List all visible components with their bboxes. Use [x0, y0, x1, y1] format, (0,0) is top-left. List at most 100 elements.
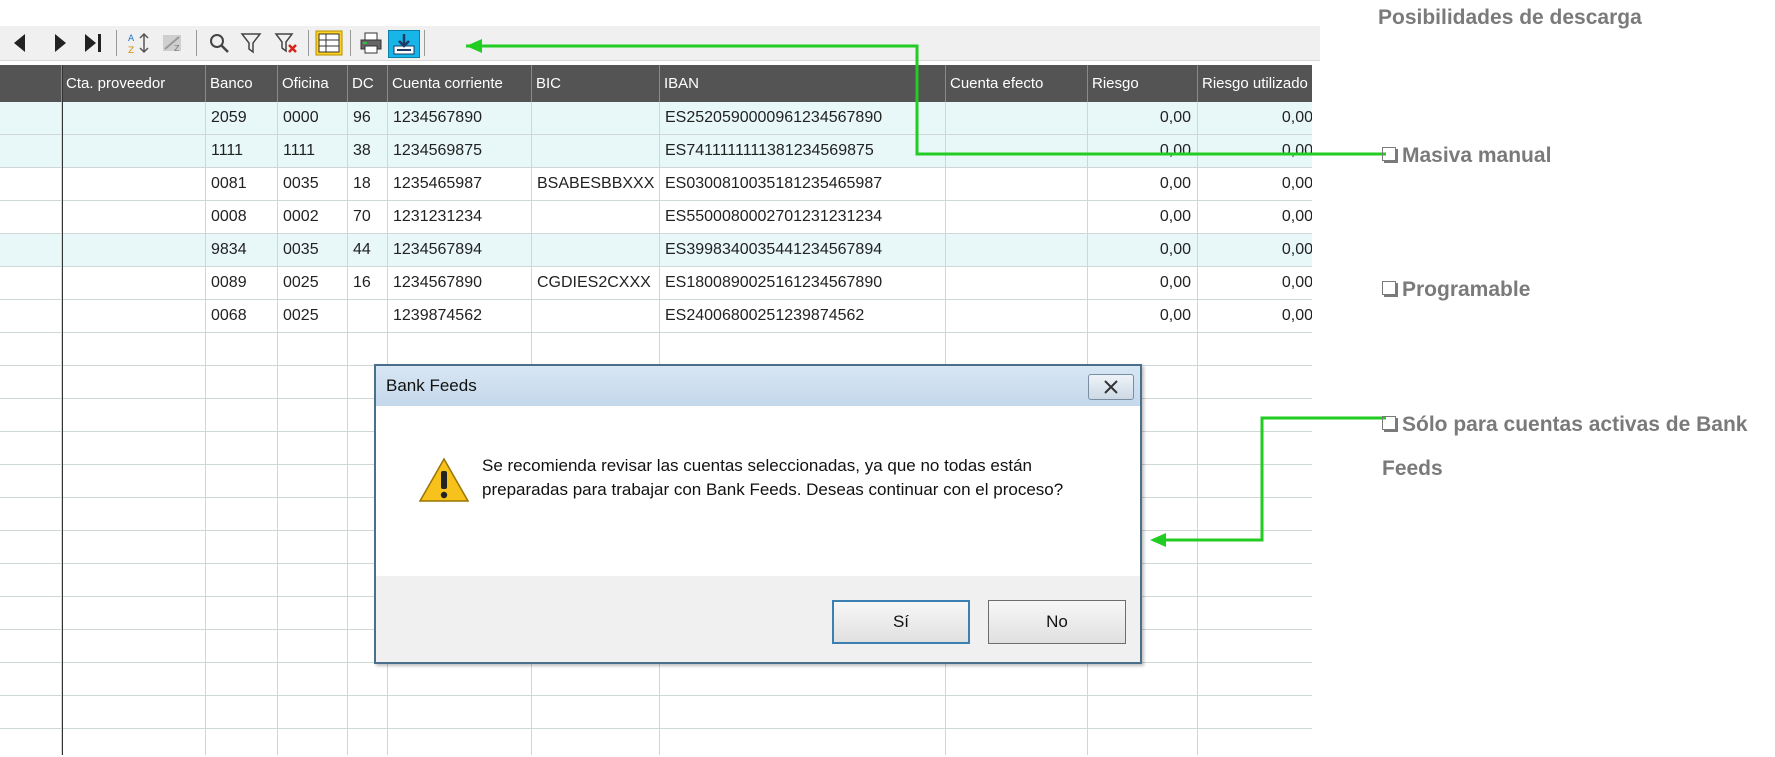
cell-oficina[interactable]: [278, 432, 348, 464]
table-row[interactable]: 0081 0035 18 1235465987 BSABESBBXXX ES0300810…: [0, 168, 1312, 201]
cell-oficina[interactable]: 0025: [278, 300, 348, 332]
cell-empty[interactable]: [946, 729, 1088, 755]
cell-banco[interactable]: 2059: [206, 102, 278, 134]
empty-row[interactable]: [0, 333, 1312, 366]
cell-empty[interactable]: [62, 201, 206, 233]
dialog-titlebar[interactable]: Bank Feeds: [376, 366, 1140, 406]
header-iban[interactable]: IBAN: [660, 65, 946, 102]
cell-banco[interactable]: [206, 597, 278, 629]
cell-banco[interactable]: [206, 663, 278, 695]
cell-empty[interactable]: [62, 564, 206, 596]
cell-riesgo[interactable]: 0,00: [1088, 135, 1198, 167]
cell-dc[interactable]: [348, 696, 388, 728]
cell-empty[interactable]: [0, 399, 62, 431]
cell-empty[interactable]: [62, 333, 206, 365]
cell-iban[interactable]: [660, 696, 946, 728]
empty-row[interactable]: [0, 696, 1312, 729]
cell-bic[interactable]: [532, 663, 660, 695]
cell-bic[interactable]: [532, 102, 660, 134]
cell-cuenta[interactable]: [388, 663, 532, 695]
cell-oficina[interactable]: [278, 630, 348, 662]
cell-empty[interactable]: [0, 300, 62, 332]
cell-dc[interactable]: 18: [348, 168, 388, 200]
cell-empty[interactable]: [62, 597, 206, 629]
cell-riesgo-util[interactable]: [1198, 564, 1312, 596]
cell-riesgo-util[interactable]: [1198, 399, 1312, 431]
cell-dc[interactable]: [348, 300, 388, 332]
cell-dc[interactable]: [348, 729, 388, 755]
cell-banco[interactable]: 0068: [206, 300, 278, 332]
cell-bic[interactable]: [532, 234, 660, 266]
table-row[interactable]: 0008 0002 70 1231231234 ES550008000270123123…: [0, 201, 1312, 234]
cell-iban[interactable]: ES7411111111381234569875: [660, 135, 946, 167]
cell-banco[interactable]: [206, 696, 278, 728]
bank-feeds-download-icon[interactable]: [388, 30, 420, 58]
cell-empty[interactable]: [62, 432, 206, 464]
cell-oficina[interactable]: 0035: [278, 234, 348, 266]
cell-cuenta[interactable]: 1234567890: [388, 102, 532, 134]
cell-riesgo-util[interactable]: 0,00: [1198, 300, 1312, 332]
cell-cuenta[interactable]: 1239874562: [388, 300, 532, 332]
cell-riesgo-util[interactable]: [1198, 696, 1312, 728]
table-row[interactable]: 2059 0000 96 1234567890 ES252059000096123456…: [0, 102, 1312, 135]
cell-riesgo[interactable]: [1088, 696, 1198, 728]
cell-empty[interactable]: [62, 663, 206, 695]
table-row[interactable]: 1111 1111 38 1234569875 ES741111111138123456…: [0, 135, 1312, 168]
sort-za-icon[interactable]: Z: [160, 30, 186, 56]
header-riesgo-utilizado[interactable]: Riesgo utilizado: [1198, 65, 1312, 102]
cell-oficina[interactable]: 0035: [278, 168, 348, 200]
close-icon[interactable]: [1088, 374, 1134, 400]
cell-banco[interactable]: 0008: [206, 201, 278, 233]
cell-empty[interactable]: [946, 201, 1088, 233]
cell-empty[interactable]: [946, 135, 1088, 167]
cell-banco[interactable]: [206, 630, 278, 662]
cell-dc[interactable]: 70: [348, 201, 388, 233]
cell-empty[interactable]: [62, 531, 206, 563]
cell-empty[interactable]: [0, 432, 62, 464]
cell-riesgo[interactable]: 0,00: [1088, 300, 1198, 332]
cell-empty[interactable]: [946, 696, 1088, 728]
cell-banco[interactable]: 0089: [206, 267, 278, 299]
cell-riesgo-util[interactable]: 0,00: [1198, 201, 1312, 233]
yes-button[interactable]: Sí: [832, 600, 970, 644]
cell-empty[interactable]: [62, 696, 206, 728]
cell-empty[interactable]: [0, 663, 62, 695]
cell-bic[interactable]: [532, 135, 660, 167]
header-cuenta-efecto[interactable]: Cuenta efecto: [946, 65, 1088, 102]
clear-filter-icon[interactable]: [272, 30, 300, 56]
cell-oficina[interactable]: [278, 564, 348, 596]
empty-row[interactable]: [0, 729, 1312, 755]
cell-riesgo[interactable]: [1088, 663, 1198, 695]
header-banco[interactable]: Banco: [206, 65, 278, 102]
cell-empty[interactable]: [0, 597, 62, 629]
cell-riesgo-util[interactable]: [1198, 729, 1312, 755]
cell-empty[interactable]: [0, 201, 62, 233]
cell-oficina[interactable]: [278, 531, 348, 563]
cell-dc[interactable]: 44: [348, 234, 388, 266]
cell-empty[interactable]: [62, 399, 206, 431]
cell-iban[interactable]: ES2400680025123987456​2: [660, 300, 946, 332]
cell-empty[interactable]: [62, 234, 206, 266]
cell-oficina[interactable]: 0000: [278, 102, 348, 134]
cell-empty[interactable]: [62, 102, 206, 134]
cell-oficina[interactable]: [278, 729, 348, 755]
cell-empty[interactable]: [0, 630, 62, 662]
cell-cuenta[interactable]: 1234567890: [388, 267, 532, 299]
cell-riesgo-util[interactable]: [1198, 498, 1312, 530]
cell-bic[interactable]: CGDIES2CXXX: [532, 267, 660, 299]
cell-riesgo-util[interactable]: [1198, 630, 1312, 662]
cell-cuenta[interactable]: 1231231234: [388, 201, 532, 233]
search-icon[interactable]: [206, 30, 232, 56]
cell-riesgo-util[interactable]: 0,00: [1198, 168, 1312, 200]
cell-oficina[interactable]: [278, 663, 348, 695]
cell-empty[interactable]: [62, 729, 206, 755]
header-cuenta-corriente[interactable]: Cuenta corriente: [388, 65, 532, 102]
cell-riesgo-util[interactable]: 0,00: [1198, 267, 1312, 299]
cell-oficina[interactable]: [278, 498, 348, 530]
filter-icon[interactable]: [238, 30, 264, 56]
table-row[interactable]: 0089 0025 16 1234567890 CGDIES2CXXX ES1800890…: [0, 267, 1312, 300]
cell-empty[interactable]: [0, 234, 62, 266]
cell-banco[interactable]: [206, 729, 278, 755]
cell-oficina[interactable]: [278, 333, 348, 365]
cell-oficina[interactable]: 0002: [278, 201, 348, 233]
